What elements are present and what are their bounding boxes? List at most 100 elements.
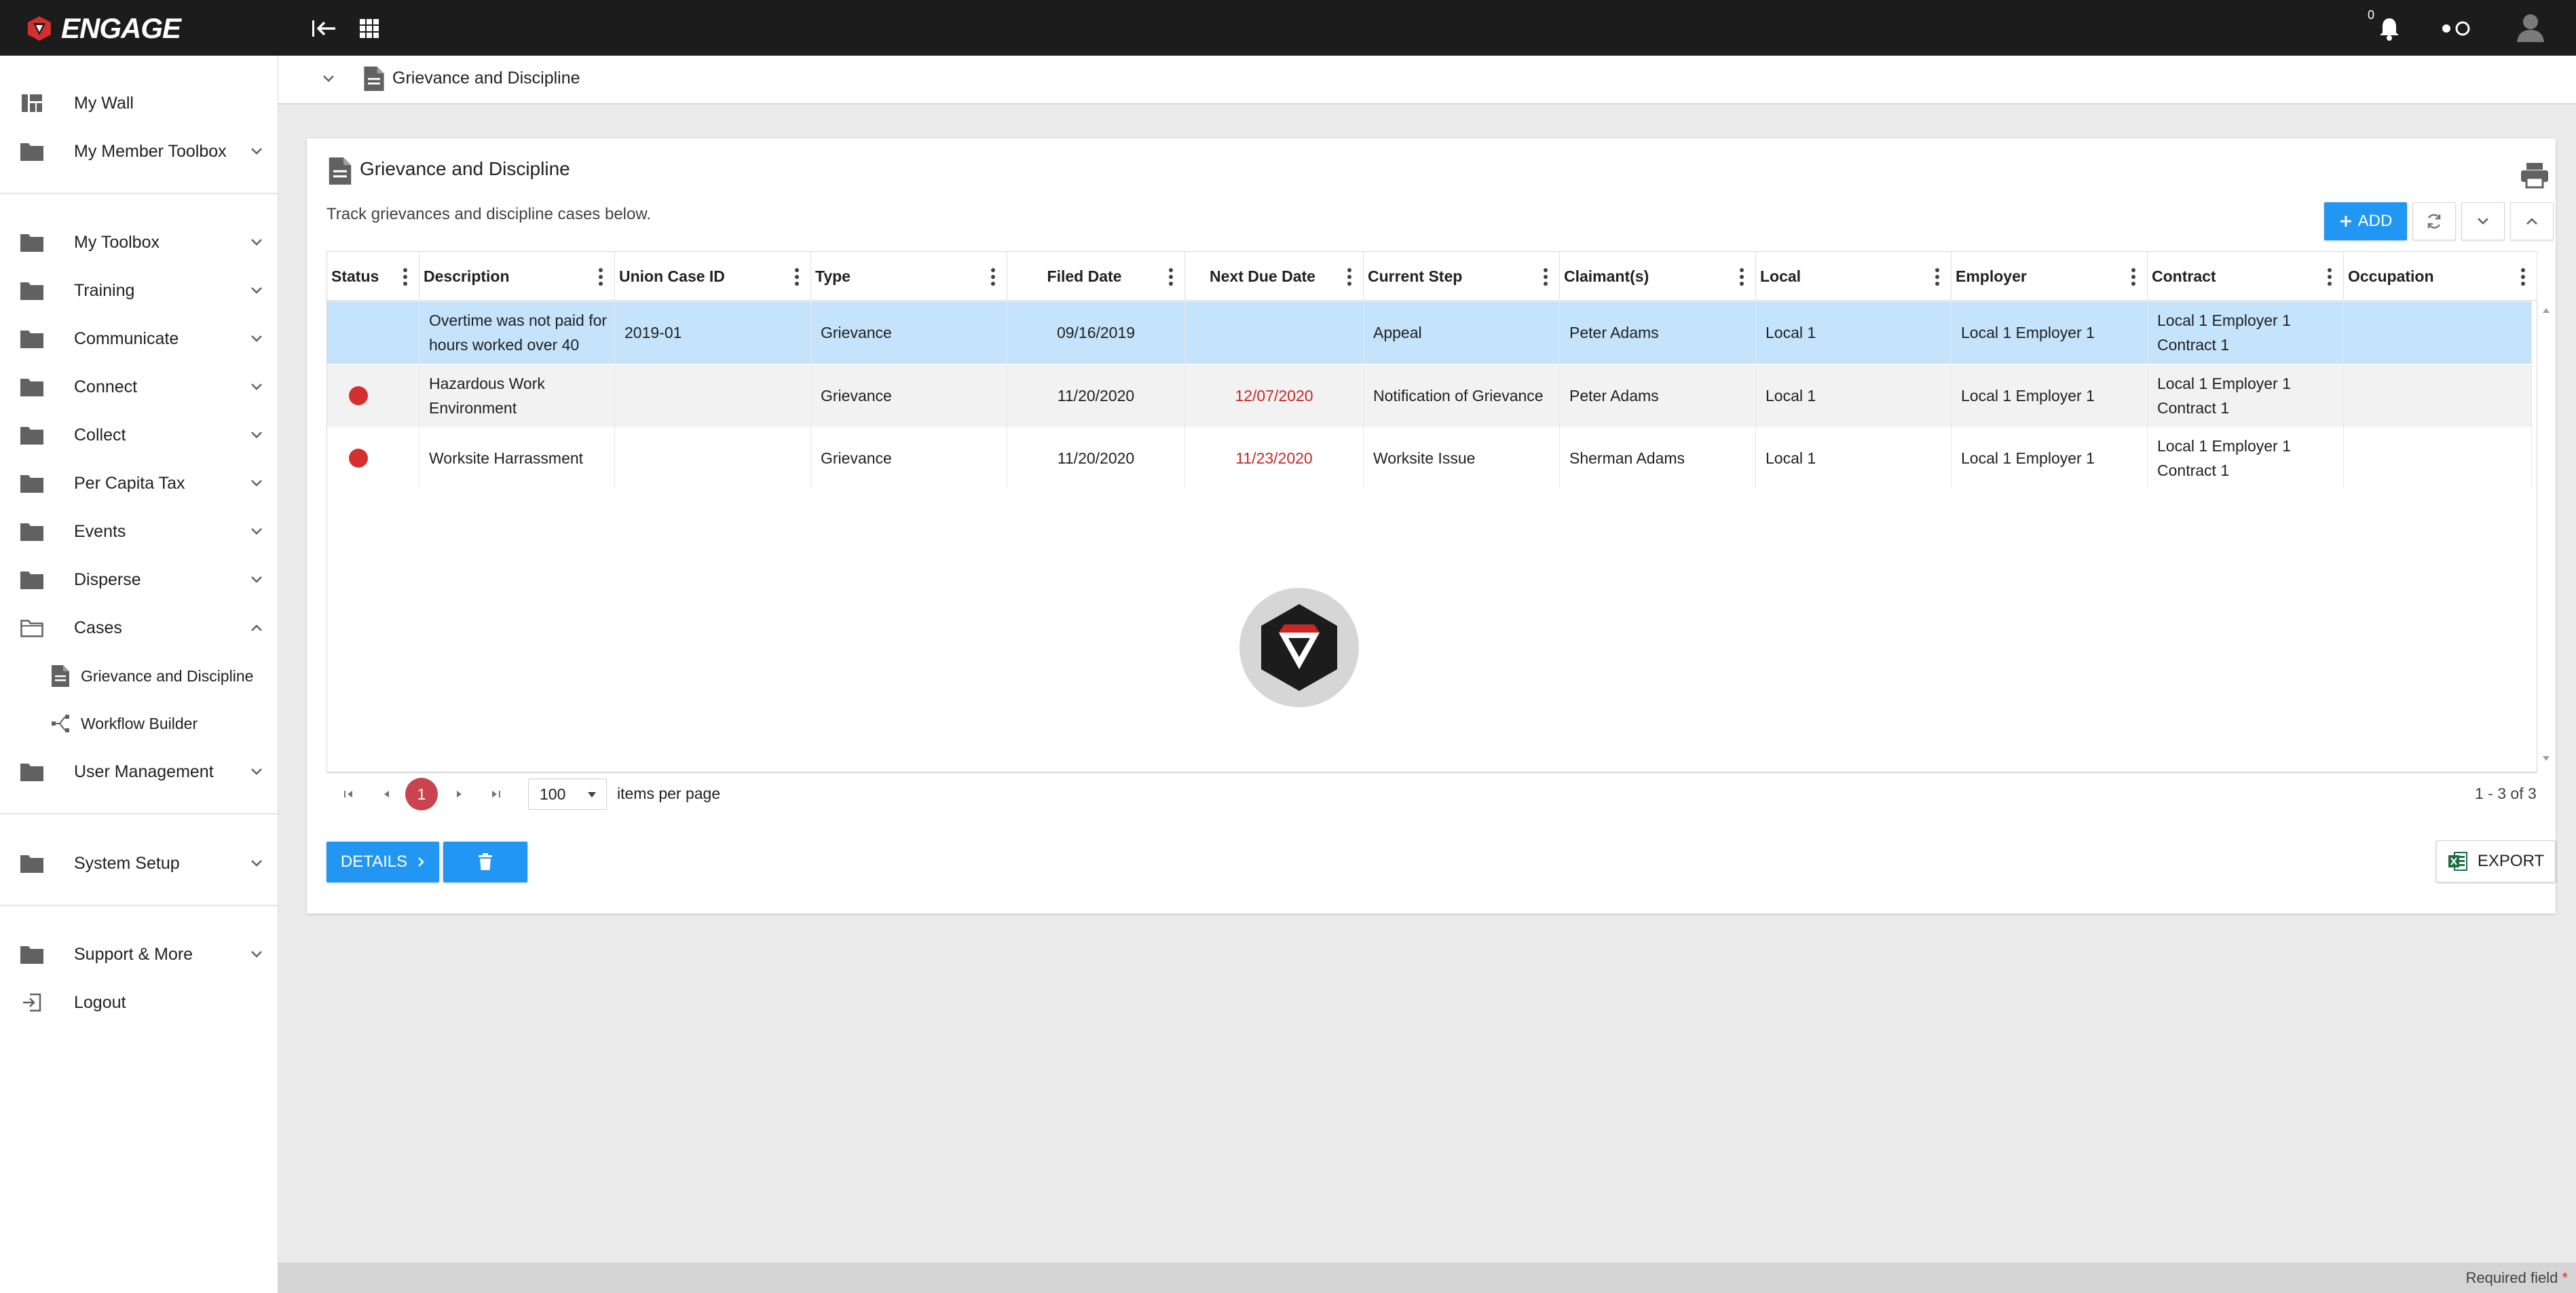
breadcrumb-current[interactable]: Grievance and Discipline bbox=[392, 69, 580, 88]
document-icon bbox=[329, 157, 352, 185]
user-avatar-icon[interactable] bbox=[2513, 10, 2548, 45]
export-button[interactable]: EXPORT bbox=[2436, 840, 2556, 882]
column-menu-icon[interactable] bbox=[990, 268, 996, 286]
chevron-down-icon[interactable] bbox=[247, 854, 266, 873]
column-header-employer[interactable]: Employer bbox=[1952, 252, 2148, 301]
add-button[interactable]: ADD bbox=[2324, 202, 2407, 240]
column-menu-icon[interactable] bbox=[403, 268, 408, 286]
sidebar-item-my-toolbox[interactable]: My Toolbox bbox=[0, 222, 278, 263]
column-menu-icon[interactable] bbox=[1168, 268, 1174, 286]
sidebar-item-workflow-builder[interactable]: Workflow Builder bbox=[0, 703, 278, 744]
bell-icon[interactable] bbox=[2374, 14, 2404, 43]
column-menu-icon[interactable] bbox=[1739, 268, 1744, 286]
cell-text: Local 1 bbox=[1766, 449, 1816, 467]
sidebar-item-per-capita-tax[interactable]: Per Capita Tax bbox=[0, 463, 278, 504]
chevron-up-icon[interactable] bbox=[247, 618, 266, 637]
sidebar-item-connect[interactable]: Connect bbox=[0, 367, 278, 407]
workflow-icon bbox=[49, 711, 72, 736]
sidebar-item-logout[interactable]: Logout bbox=[0, 982, 278, 1023]
collapse-sidebar-icon[interactable] bbox=[310, 14, 339, 43]
status-toggle-icon[interactable] bbox=[2437, 14, 2475, 43]
expand-all-button[interactable] bbox=[2461, 202, 2505, 240]
cell-text: Overtime was not paid for hours worked o… bbox=[429, 312, 608, 354]
sidebar-item-grievance-and-discipline[interactable]: Grievance and Discipline bbox=[0, 656, 278, 696]
table-row[interactable]: Worksite Harrassment Grievance 11/20/202… bbox=[327, 427, 2532, 489]
print-icon[interactable] bbox=[2520, 162, 2550, 189]
sidebar-divider bbox=[0, 193, 278, 194]
cell-text: Local 1 bbox=[1766, 324, 1816, 341]
chevron-down-icon[interactable] bbox=[247, 233, 266, 252]
chevron-down-icon[interactable] bbox=[247, 329, 266, 348]
column-menu-icon[interactable] bbox=[2520, 268, 2526, 286]
chevron-down-icon[interactable] bbox=[247, 945, 266, 964]
column-menu-icon[interactable] bbox=[2327, 268, 2332, 286]
sidebar-item-cases[interactable]: Cases bbox=[0, 607, 278, 648]
folder-icon bbox=[19, 422, 45, 448]
column-menu-icon[interactable] bbox=[794, 268, 800, 286]
cell-text: Local 1 bbox=[1766, 387, 1816, 405]
apps-grid-icon[interactable] bbox=[354, 14, 384, 43]
next-page-button[interactable] bbox=[447, 782, 472, 806]
chevron-down-icon[interactable] bbox=[247, 281, 266, 300]
chevron-down-icon[interactable] bbox=[247, 762, 266, 781]
cell-next-due-date bbox=[1185, 301, 1364, 364]
previous-page-icon bbox=[384, 791, 389, 798]
column-header-contract[interactable]: Contract bbox=[2148, 252, 2344, 301]
sidebar-item-training[interactable]: Training bbox=[0, 270, 278, 311]
column-header-union-case-id[interactable]: Union Case ID bbox=[615, 252, 811, 301]
page-size-select[interactable]: 100 bbox=[528, 779, 607, 810]
column-header-type[interactable]: Type bbox=[811, 252, 1007, 301]
column-menu-icon[interactable] bbox=[1543, 268, 1548, 286]
app-logo[interactable]: ENGAGE bbox=[26, 10, 181, 48]
sidebar-item-collect[interactable]: Collect bbox=[0, 415, 278, 455]
previous-page-button[interactable] bbox=[374, 782, 398, 806]
page-title: Grievance and Discipline bbox=[360, 158, 570, 179]
chevron-down-icon[interactable] bbox=[247, 377, 266, 396]
column-header-local[interactable]: Local bbox=[1756, 252, 1952, 301]
column-header-claimants[interactable]: Claimant(s) bbox=[1560, 252, 1756, 301]
folder-icon bbox=[19, 759, 45, 785]
chevron-down-icon[interactable] bbox=[247, 426, 266, 445]
last-page-button[interactable] bbox=[483, 782, 508, 806]
column-menu-icon[interactable] bbox=[598, 268, 603, 286]
column-header-status[interactable]: Status bbox=[327, 252, 419, 301]
sidebar-item-events[interactable]: Events bbox=[0, 511, 278, 552]
cell-occupation bbox=[2344, 301, 2532, 364]
sidebar-item-system-setup[interactable]: System Setup bbox=[0, 843, 278, 884]
delete-button[interactable] bbox=[443, 842, 527, 882]
column-menu-icon[interactable] bbox=[1935, 268, 1940, 286]
chevron-down-icon[interactable] bbox=[247, 522, 266, 541]
column-header-label: Claimant(s) bbox=[1564, 267, 1649, 285]
refresh-button[interactable] bbox=[2412, 202, 2456, 240]
collapse-all-button[interactable] bbox=[2510, 202, 2554, 240]
column-header-current-step[interactable]: Current Step bbox=[1364, 252, 1560, 301]
chevron-down-icon[interactable] bbox=[247, 570, 266, 589]
cell-filed-date: 09/16/2019 bbox=[1007, 301, 1185, 364]
sidebar-item-my-wall[interactable]: My Wall bbox=[0, 83, 278, 124]
table-row[interactable]: Hazardous Work Environment Grievance 11/… bbox=[327, 364, 2532, 427]
sidebar-item-my-member-toolbox[interactable]: My Member Toolbox bbox=[0, 131, 278, 172]
scroll-down-arrow-icon[interactable] bbox=[2541, 755, 2551, 763]
scroll-up-arrow-icon[interactable] bbox=[2541, 306, 2551, 314]
cell-current-step: Appeal bbox=[1364, 301, 1560, 364]
column-header-next-due-date[interactable]: Next Due Date bbox=[1185, 252, 1364, 301]
sidebar-item-user-management[interactable]: User Management bbox=[0, 751, 278, 792]
current-page-button[interactable]: 1 bbox=[405, 778, 438, 810]
sidebar-item-label: User Management bbox=[74, 762, 214, 781]
first-page-button[interactable] bbox=[337, 782, 361, 806]
column-menu-icon[interactable] bbox=[2131, 268, 2136, 286]
column-menu-icon[interactable] bbox=[1347, 268, 1352, 286]
sidebar-item-label: Workflow Builder bbox=[81, 714, 198, 732]
sidebar-item-communicate[interactable]: Communicate bbox=[0, 318, 278, 359]
table-row[interactable]: Overtime was not paid for hours worked o… bbox=[327, 301, 2532, 364]
sidebar-item-disperse[interactable]: Disperse bbox=[0, 559, 278, 600]
chevron-down-icon[interactable] bbox=[247, 142, 266, 161]
cell-text: Appeal bbox=[1373, 324, 1422, 341]
column-header-occupation[interactable]: Occupation bbox=[2344, 252, 2537, 301]
chevron-down-icon[interactable] bbox=[319, 69, 338, 88]
column-header-filed-date[interactable]: Filed Date bbox=[1007, 252, 1185, 301]
sidebar-item-support-and-more[interactable]: Support & More bbox=[0, 934, 278, 975]
column-header-description[interactable]: Description bbox=[419, 252, 615, 301]
chevron-down-icon[interactable] bbox=[247, 474, 266, 493]
details-button[interactable]: DETAILS bbox=[326, 842, 439, 882]
